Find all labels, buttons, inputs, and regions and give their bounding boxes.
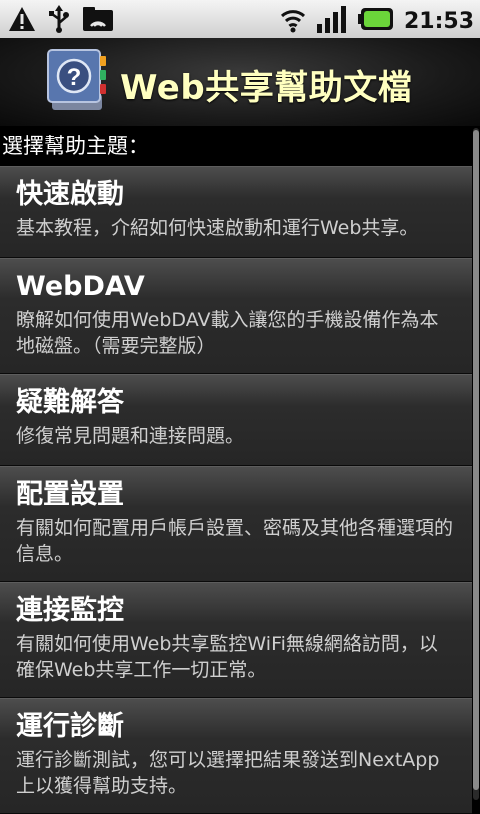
svg-text:?: ?	[67, 64, 82, 91]
status-time: 21:53	[403, 8, 474, 34]
signal-icon	[316, 4, 348, 38]
app-title: Web共享幫助文檔	[120, 68, 413, 108]
topic-title: 快速啟動	[16, 179, 124, 210]
topic-description: 瞭解如何使用WebDAV載入讓您的手機設備作為本地磁盤。（需要完整版）	[16, 309, 439, 357]
topic-title: 連接監控	[16, 595, 124, 626]
topic-configuration[interactable]: 配置設置 有關如何配置用戶帳戶設置、密碼及其他各種選項的信息。	[0, 466, 472, 582]
topic-troubleshooting[interactable]: 疑難解答 修復常見問題和連接問題。	[0, 374, 472, 466]
usb-icon	[48, 5, 70, 37]
topic-title: 配置設置	[16, 479, 124, 510]
topic-title: 疑難解答	[16, 387, 124, 418]
help-topic-list: 快速啟動 基本教程，介紹如何快速啟動和運行Web共享。 WebDAV 瞭解如何使…	[0, 166, 472, 814]
warning-icon	[8, 6, 36, 36]
topic-diagnostics[interactable]: 運行診斷 運行診斷測試，您可以選擇把結果發送到NextApp上以獲得幫助支持。	[0, 698, 472, 814]
wifi-folder-icon	[82, 6, 114, 36]
topic-title: WebDAV	[16, 271, 145, 302]
status-right-icons: 21:53	[280, 4, 474, 38]
topic-quick-start[interactable]: 快速啟動 基本教程，介紹如何快速啟動和運行Web共享。	[0, 166, 472, 258]
topic-description: 運行診斷測試，您可以選擇把結果發送到NextApp上以獲得幫助支持。	[16, 749, 440, 797]
app-header: ? Web共享幫助文檔	[0, 38, 480, 126]
choose-topic-label: 選擇幫助主題：	[2, 134, 149, 158]
status-left-icons	[8, 5, 114, 37]
topic-webdav[interactable]: WebDAV 瞭解如何使用WebDAV載入讓您的手機設備作為本地磁盤。（需要完整…	[0, 258, 472, 374]
topic-description: 基本教程，介紹如何快速啟動和運行Web共享。	[16, 217, 419, 239]
topic-connection-monitor[interactable]: 連接監控 有關如何使用Web共享監控WiFi無線網絡訪問，以確保Web共享工作一…	[0, 582, 472, 698]
topic-description: 有關如何配置用戶帳戶設置、密碼及其他各種選項的信息。	[16, 517, 454, 565]
wifi-icon	[280, 4, 306, 38]
battery-icon	[357, 7, 394, 35]
topic-description: 有關如何使用Web共享監控WiFi無線網絡訪問，以確保Web共享工作一切正常。	[16, 633, 438, 681]
status-bar: 21:53	[0, 0, 480, 38]
topic-description: 修復常見問題和連接問題。	[16, 425, 245, 447]
scrollbar-thumb[interactable]	[473, 130, 479, 790]
topic-title: 運行診斷	[16, 711, 124, 742]
help-book-icon: ?	[42, 48, 110, 118]
